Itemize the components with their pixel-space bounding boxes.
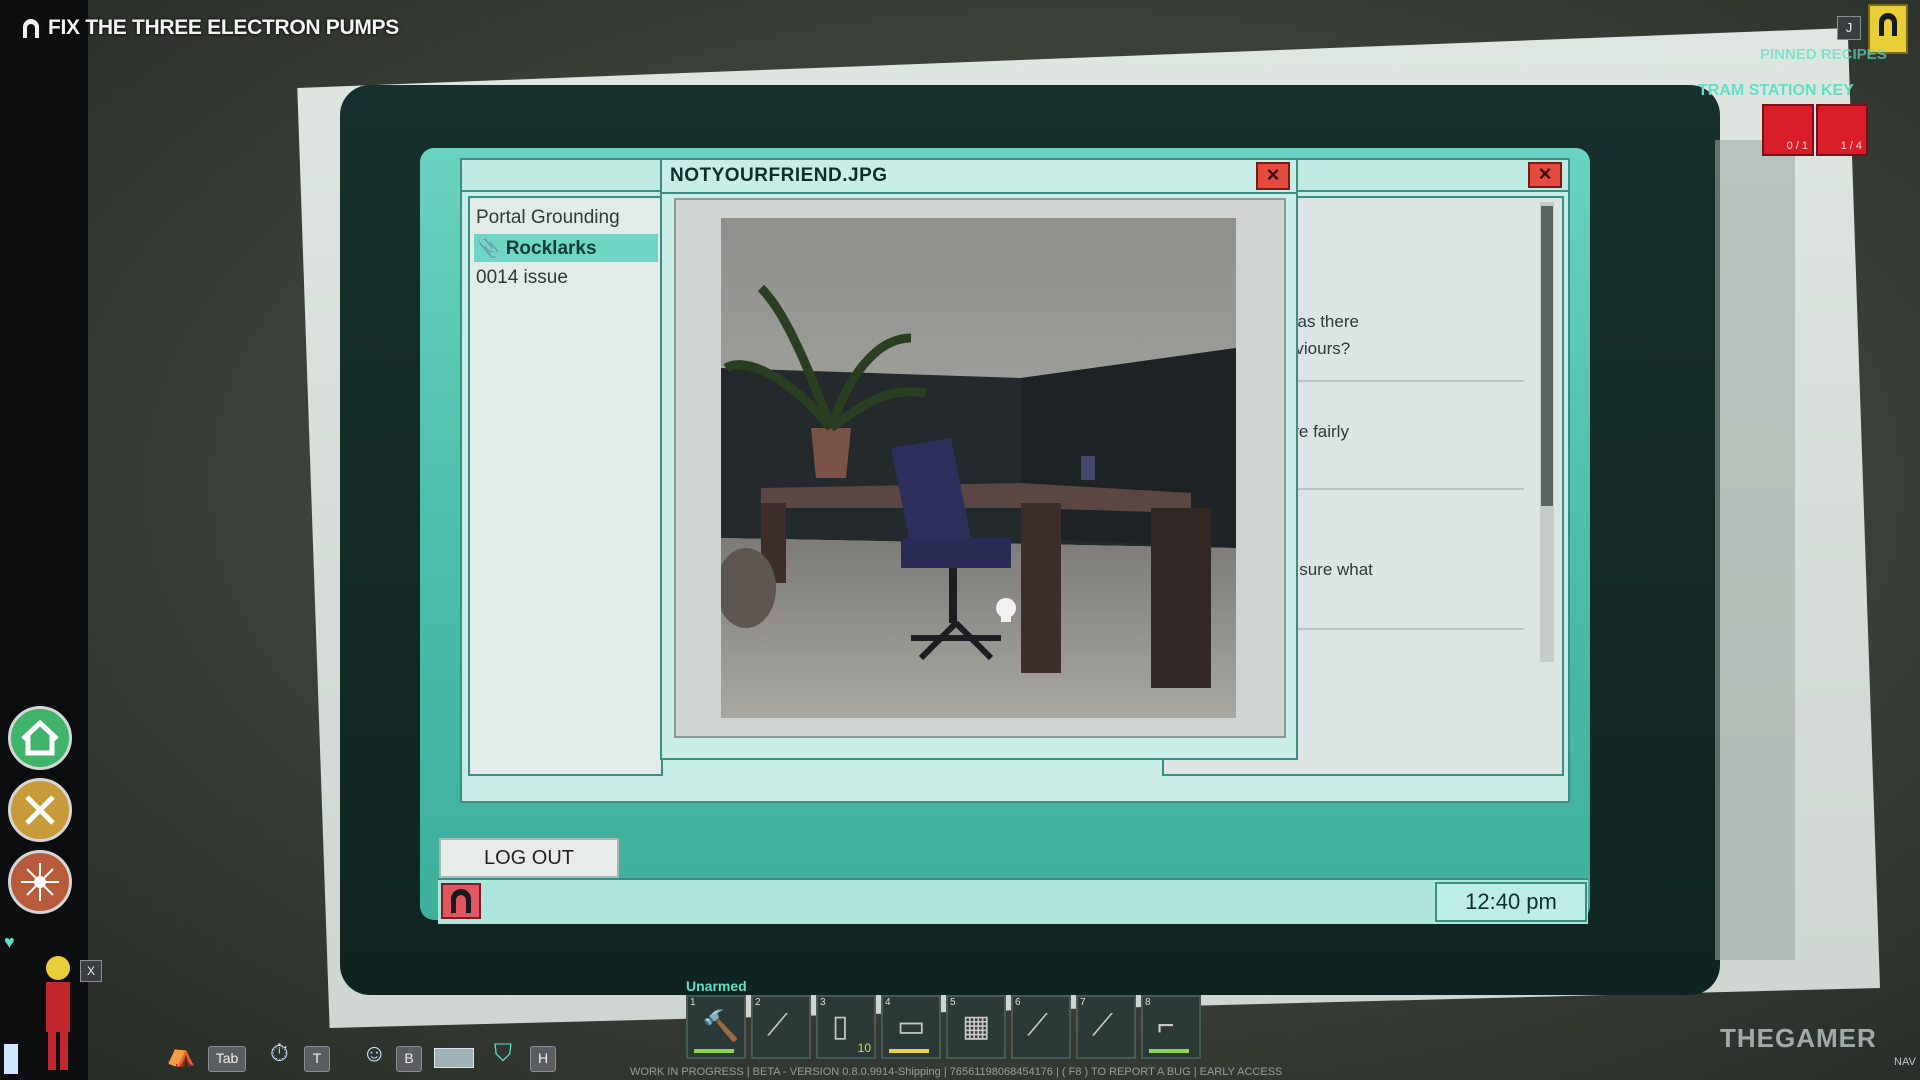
viewer-title: NOTYOURFRIEND.JPG: [670, 165, 888, 186]
monitor-side-panel: [1715, 140, 1795, 960]
left-shadow-strip: [0, 0, 88, 1080]
message-list-sidebar: Portal Grounding 📎 Rocklarks 0014 issue: [468, 196, 663, 776]
cup-icon: ▯: [832, 1010, 849, 1043]
health-heart-icon: ♥: [4, 932, 15, 952]
utensils-icon: [25, 795, 55, 825]
crowbar-icon: ⟋: [767, 1009, 788, 1042]
sidebar-item-0014-issue[interactable]: 0014 issue: [476, 264, 568, 292]
viewer-close-button[interactable]: ×: [1256, 162, 1290, 190]
ability-button[interactable]: [8, 850, 72, 914]
image-viewer-window: NOTYOURFRIEND.JPG ×: [660, 158, 1298, 760]
office-scene-image: [721, 218, 1236, 718]
burst-icon: [21, 863, 59, 901]
player-body-status: [40, 952, 76, 1072]
sidebar-item-label: Portal Grounding: [476, 207, 620, 228]
hammer-icon: 🔨: [702, 1010, 740, 1043]
recipe-ingredient-2: 1 / 4: [1816, 104, 1868, 156]
inventory-slot-1[interactable]: 1 🔨: [686, 995, 746, 1059]
food-button[interactable]: [8, 778, 72, 842]
slot-number: 4: [885, 997, 891, 1008]
slot-number: 7: [1080, 997, 1086, 1008]
person-icon[interactable]: ☺: [362, 1040, 387, 1068]
objective-text: FIX THE THREE ELECTRON PUMPS: [48, 16, 399, 39]
journal-key[interactable]: J: [1837, 16, 1861, 40]
slot-number: 8: [1145, 997, 1151, 1008]
home-button[interactable]: [8, 706, 72, 770]
logout-button[interactable]: LOG OUT: [439, 838, 619, 878]
recipe-ingredient-1: 0 / 1: [1762, 104, 1814, 156]
taskbar: [438, 878, 1588, 924]
nav-label: NAV: [1894, 1056, 1916, 1068]
slot-number: 5: [950, 997, 956, 1008]
taskbar-clock: 12:40 pm: [1435, 882, 1587, 922]
inventory-slot-5[interactable]: 5 ▦: [946, 995, 1006, 1059]
inventory-slot-4[interactable]: 4 ▭: [881, 995, 941, 1059]
knife-icon: ⟋: [1027, 1009, 1048, 1042]
inventory-slot-2[interactable]: 2 ⟋: [751, 995, 811, 1059]
build-info-footer: WORK IN PROGRESS | BETA - VERSION 0.8.0.…: [630, 1066, 1283, 1078]
shield-icon[interactable]: ⛉: [494, 1040, 512, 1068]
sidebar-item-label: Rocklarks: [505, 238, 597, 259]
x-key[interactable]: X: [80, 960, 102, 982]
b-key[interactable]: B: [396, 1046, 422, 1072]
watermark: THEGAMER: [1720, 1023, 1877, 1053]
card-icon[interactable]: [434, 1048, 474, 1068]
durability-bar: [694, 1049, 734, 1053]
scrollbar-thumb[interactable]: [1541, 206, 1553, 506]
h-key[interactable]: H: [530, 1046, 556, 1072]
screwdriver-icon: ⟋: [1092, 1009, 1113, 1042]
portal-arch-icon: [451, 889, 471, 913]
durability-bar: [1149, 1049, 1189, 1053]
ingredient-count: 1 / 4: [1840, 140, 1862, 152]
t-key[interactable]: T: [304, 1046, 330, 1072]
stamina-bar: [4, 1044, 18, 1074]
start-button[interactable]: [441, 883, 481, 919]
image-frame: [674, 198, 1286, 738]
objective-icon: [20, 17, 42, 44]
sidebar-item-portal-grounding[interactable]: Portal Grounding: [476, 204, 620, 232]
slot-number: 2: [755, 997, 761, 1008]
pinned-recipes-label: PINNED RECIPES: [1760, 46, 1887, 63]
durability-bar: [889, 1049, 929, 1053]
backpack-icon[interactable]: ⛺: [166, 1040, 196, 1069]
tram-station-key-label: TRAM STATION KEY: [1698, 82, 1854, 99]
unarmed-label: Unarmed: [686, 978, 747, 994]
sidebar-item-label: 0014 issue: [476, 267, 568, 288]
inventory-slot-3[interactable]: 3 ▯ 10: [816, 995, 876, 1059]
office-photo: [721, 218, 1236, 718]
tab-key[interactable]: Tab: [208, 1046, 246, 1072]
slot-number: 6: [1015, 997, 1021, 1008]
app-close-button[interactable]: ×: [1528, 162, 1562, 188]
ingredient-count: 0 / 1: [1786, 140, 1808, 152]
home-icon: [21, 719, 59, 756]
stopwatch-icon[interactable]: ⏱: [270, 1040, 289, 1068]
sidebar-item-rocklarks[interactable]: 📎 Rocklarks: [474, 234, 658, 262]
inventory-slot-7[interactable]: 7 ⟋: [1076, 995, 1136, 1059]
paperclip-icon: 📎: [478, 238, 501, 258]
flashlight-icon: ▭: [897, 1010, 926, 1043]
slot-number: 1: [690, 997, 696, 1008]
cane-icon: ⌐: [1157, 1009, 1175, 1042]
circuit-board-icon: ▦: [962, 1010, 991, 1043]
slot-number: 3: [820, 997, 826, 1008]
inventory-slot-8[interactable]: 8 ⌐: [1141, 995, 1201, 1059]
item-count: 10: [857, 1041, 871, 1055]
inventory-slot-6[interactable]: 6 ⟋: [1011, 995, 1071, 1059]
